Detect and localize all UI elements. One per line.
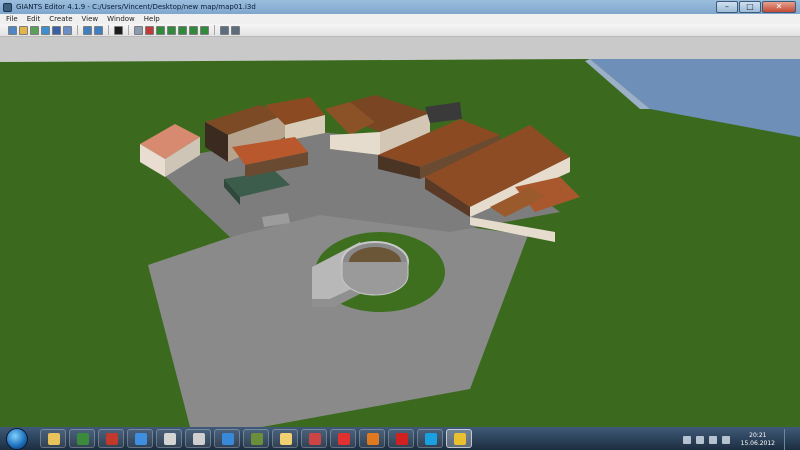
tray-network-icon[interactable]	[695, 436, 704, 444]
taskbar-notes-icon[interactable]	[272, 429, 298, 448]
glyph-opera-icon	[396, 433, 408, 445]
taskbar-minecraft-icon[interactable]	[243, 429, 269, 448]
taskbar-paint-icon[interactable]	[156, 429, 182, 448]
glyph-paint-icon	[164, 433, 176, 445]
glyph-tool-icon	[309, 433, 321, 445]
taskbar-ie-icon[interactable]	[127, 429, 153, 448]
toolbar-separator	[77, 25, 78, 35]
glyph-ie-icon	[135, 433, 147, 445]
menu-edit[interactable]: Edit	[27, 15, 41, 23]
open-folder-icon[interactable]	[19, 25, 28, 35]
glyph-antivirus-icon	[338, 433, 350, 445]
taskbar-media-icon[interactable]	[98, 429, 124, 448]
move-icon[interactable]	[145, 25, 154, 35]
glyph-notes-icon	[280, 433, 292, 445]
glyph-editor-icon	[454, 433, 466, 445]
taskbar-tool-icon[interactable]	[301, 429, 327, 448]
menu-create[interactable]: Create	[49, 15, 72, 23]
scene-render[interactable]	[0, 37, 800, 427]
glyph-media-icon	[106, 433, 118, 445]
menu-file[interactable]: File	[6, 15, 18, 23]
clock[interactable]: 20:21 15.06.2012	[741, 432, 775, 448]
terrain-paint-icon[interactable]	[189, 25, 198, 35]
toolbar-separator	[128, 25, 129, 35]
taskbar-firefox-icon[interactable]	[359, 429, 385, 448]
terrain-lower-icon[interactable]	[167, 25, 176, 35]
taskbar: 20:21 15.06.2012	[0, 427, 800, 450]
zoom-icon[interactable]	[231, 25, 240, 35]
glyph-firefox-icon	[367, 433, 379, 445]
new-file-icon[interactable]	[8, 25, 17, 35]
glyph-giants-icon	[193, 433, 205, 445]
reload-icon[interactable]	[41, 25, 50, 35]
tray-arrow-icon[interactable]	[682, 436, 691, 444]
toolbar	[0, 24, 800, 37]
minimize-button[interactable]: –	[716, 1, 738, 13]
app-icon	[3, 2, 12, 12]
redo-icon[interactable]	[94, 25, 103, 35]
save-icon[interactable]	[52, 25, 61, 35]
taskbar-antivirus-icon[interactable]	[330, 429, 356, 448]
taskbar-network-icon[interactable]	[214, 429, 240, 448]
title-bar: GIANTS Editor 4.1.9 - C:/Users/Vincent/D…	[0, 0, 800, 14]
window-title: GIANTS Editor 4.1.9 - C:/Users/Vincent/D…	[16, 3, 256, 11]
start-button[interactable]	[6, 427, 28, 450]
clock-time: 20:21	[749, 432, 767, 439]
undo-icon[interactable]	[83, 25, 92, 35]
window-controls: – □ ✕	[716, 1, 796, 13]
3d-viewport[interactable]	[0, 37, 800, 427]
menu-view[interactable]: View	[82, 15, 99, 23]
menu-help[interactable]: Help	[144, 15, 160, 23]
tray-volume-icon[interactable]	[708, 436, 717, 444]
taskbar-folder-icon[interactable]	[40, 429, 66, 448]
taskbar-editor-icon[interactable]	[446, 429, 472, 448]
tray-flag-icon[interactable]	[721, 436, 730, 444]
show-desktop-button[interactable]	[784, 429, 792, 450]
close-button[interactable]: ✕	[762, 1, 796, 13]
foliage-paint-icon[interactable]	[200, 25, 209, 35]
glyph-skype-icon	[425, 433, 437, 445]
save-as-icon[interactable]	[63, 25, 72, 35]
glyph-farming-icon	[77, 433, 89, 445]
menu-window[interactable]: Window	[107, 15, 135, 23]
taskbar-apps	[40, 429, 472, 448]
taskbar-skype-icon[interactable]	[417, 429, 443, 448]
gear-icon[interactable]	[220, 25, 229, 35]
glyph-network-icon	[222, 433, 234, 445]
terrain-smooth-icon[interactable]	[178, 25, 187, 35]
maximize-button[interactable]: □	[739, 1, 761, 13]
system-tray: 20:21 15.06.2012	[682, 429, 792, 450]
glyph-minecraft-icon	[251, 433, 263, 445]
glyph-folder-icon	[48, 433, 60, 445]
import-icon[interactable]	[30, 25, 39, 35]
menu-bar: File Edit Create View Window Help	[0, 14, 800, 24]
play-icon[interactable]	[114, 25, 123, 35]
clock-date: 15.06.2012	[740, 440, 775, 447]
taskbar-giants-icon[interactable]	[185, 429, 211, 448]
taskbar-farming-icon[interactable]	[69, 429, 95, 448]
toolbar-separator	[214, 25, 215, 35]
taskbar-opera-icon[interactable]	[388, 429, 414, 448]
select-icon[interactable]	[134, 25, 143, 35]
toolbar-separator	[108, 25, 109, 35]
terrain-raise-icon[interactable]	[156, 25, 165, 35]
